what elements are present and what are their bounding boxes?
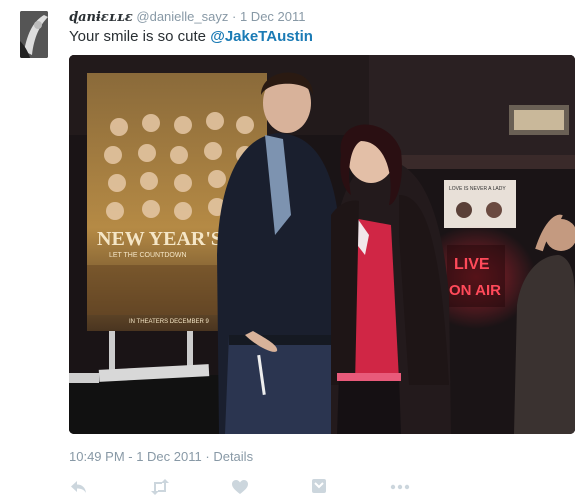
tweet-header: ɖanɨɛʟʟɛ @danielle_sayz · 1 Dec 2011 (69, 9, 306, 26)
retweet-button[interactable] (149, 478, 171, 498)
tweet-photo[interactable]: NEW YEAR'S LET THE COUNTDOWN IN THEATERS… (69, 55, 575, 434)
tweet-date[interactable]: 1 Dec 2011 (240, 9, 306, 24)
like-button[interactable] (231, 478, 253, 498)
wall-sign-text: LOVE IS NEVER A LADY (449, 186, 506, 192)
reply-button[interactable] (69, 478, 91, 498)
tweet-timestamp[interactable]: 10:49 PM - 1 Dec 2011 (69, 449, 202, 464)
header-separator: · (232, 9, 237, 24)
reply-icon (71, 481, 86, 493)
save-button[interactable] (311, 478, 333, 498)
poster-title: NEW YEAR'S (97, 228, 222, 250)
poster-footer: IN THEATERS DECEMBER 9 (129, 319, 209, 325)
retweet-icon (151, 479, 169, 495)
tweet-text: Your smile is so cute @JakeTAustin (69, 27, 313, 46)
avatar[interactable] (20, 11, 48, 58)
like-icon (232, 480, 248, 494)
mention-link[interactable]: @JakeTAustin (210, 28, 313, 45)
meta-separator: · (205, 449, 210, 464)
poster-tagline: LET THE COUNTDOWN (109, 252, 187, 259)
more-icon (390, 484, 410, 490)
avatar-image (20, 11, 48, 58)
tweet-text-body: Your smile is so cute (69, 28, 211, 45)
details-link[interactable]: Details (213, 449, 253, 464)
neon-sign-line2: ON AIR (449, 282, 501, 299)
user-handle[interactable]: @danielle_sayz (136, 9, 228, 24)
photo-image: NEW YEAR'S LET THE COUNTDOWN IN THEATERS… (69, 55, 575, 434)
neon-sign-line1: LIVE (454, 256, 490, 273)
tweet-actions (69, 478, 489, 498)
more-button[interactable] (389, 478, 411, 498)
save-icon (312, 479, 326, 493)
display-name[interactable]: ɖanɨɛʟʟɛ (69, 10, 133, 25)
tweet-meta: 10:49 PM - 1 Dec 2011 · Details (69, 449, 253, 464)
